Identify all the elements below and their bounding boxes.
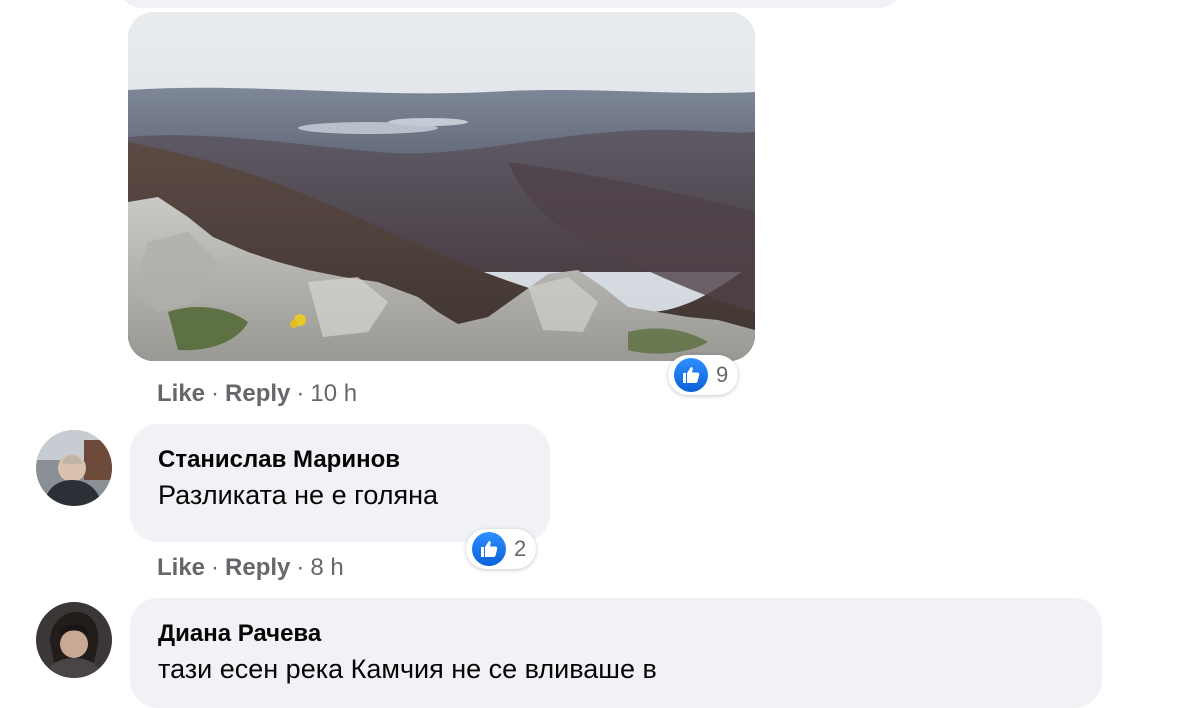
landscape-image — [128, 12, 755, 361]
comment-author[interactable]: Диана Рачева — [158, 620, 1074, 648]
comment-text: тази есен река Камчия не се вливаше в — [158, 654, 657, 684]
reply-button[interactable]: Reply — [225, 380, 290, 408]
comment-author[interactable]: Станислав Маринов — [158, 446, 522, 474]
like-icon — [674, 358, 708, 392]
like-icon — [472, 532, 506, 566]
separator: · — [211, 380, 220, 407]
photo-comment-actions: Like · Reply · 10 h — [157, 380, 357, 408]
comment-photo[interactable] — [128, 12, 755, 361]
avatar[interactable] — [36, 602, 112, 678]
photo-comment-reaction[interactable]: 9 — [668, 355, 739, 395]
comment-bubble: Диана Рачева тази есен река Камчия не се… — [130, 598, 1102, 708]
separator: · — [296, 554, 305, 581]
like-button[interactable]: Like — [157, 380, 205, 408]
previous-comment-bubble — [118, 0, 903, 8]
avatar[interactable] — [36, 430, 112, 506]
separator: · — [211, 554, 220, 581]
comment-bubble: Станислав Маринов Разликата не е голяна — [130, 424, 550, 542]
comment-text: Разликата не е голяна — [158, 480, 439, 510]
separator: · — [296, 380, 305, 407]
comment-actions: Like · Reply · 8 h — [157, 554, 344, 582]
reply-button[interactable]: Reply — [225, 554, 290, 582]
comment-timestamp[interactable]: 8 h — [310, 554, 343, 582]
reaction-count: 9 — [716, 362, 729, 387]
comment-timestamp[interactable]: 10 h — [310, 380, 357, 408]
comment-reaction[interactable]: 2 — [466, 529, 537, 569]
like-button[interactable]: Like — [157, 554, 205, 582]
reaction-count: 2 — [514, 536, 527, 561]
